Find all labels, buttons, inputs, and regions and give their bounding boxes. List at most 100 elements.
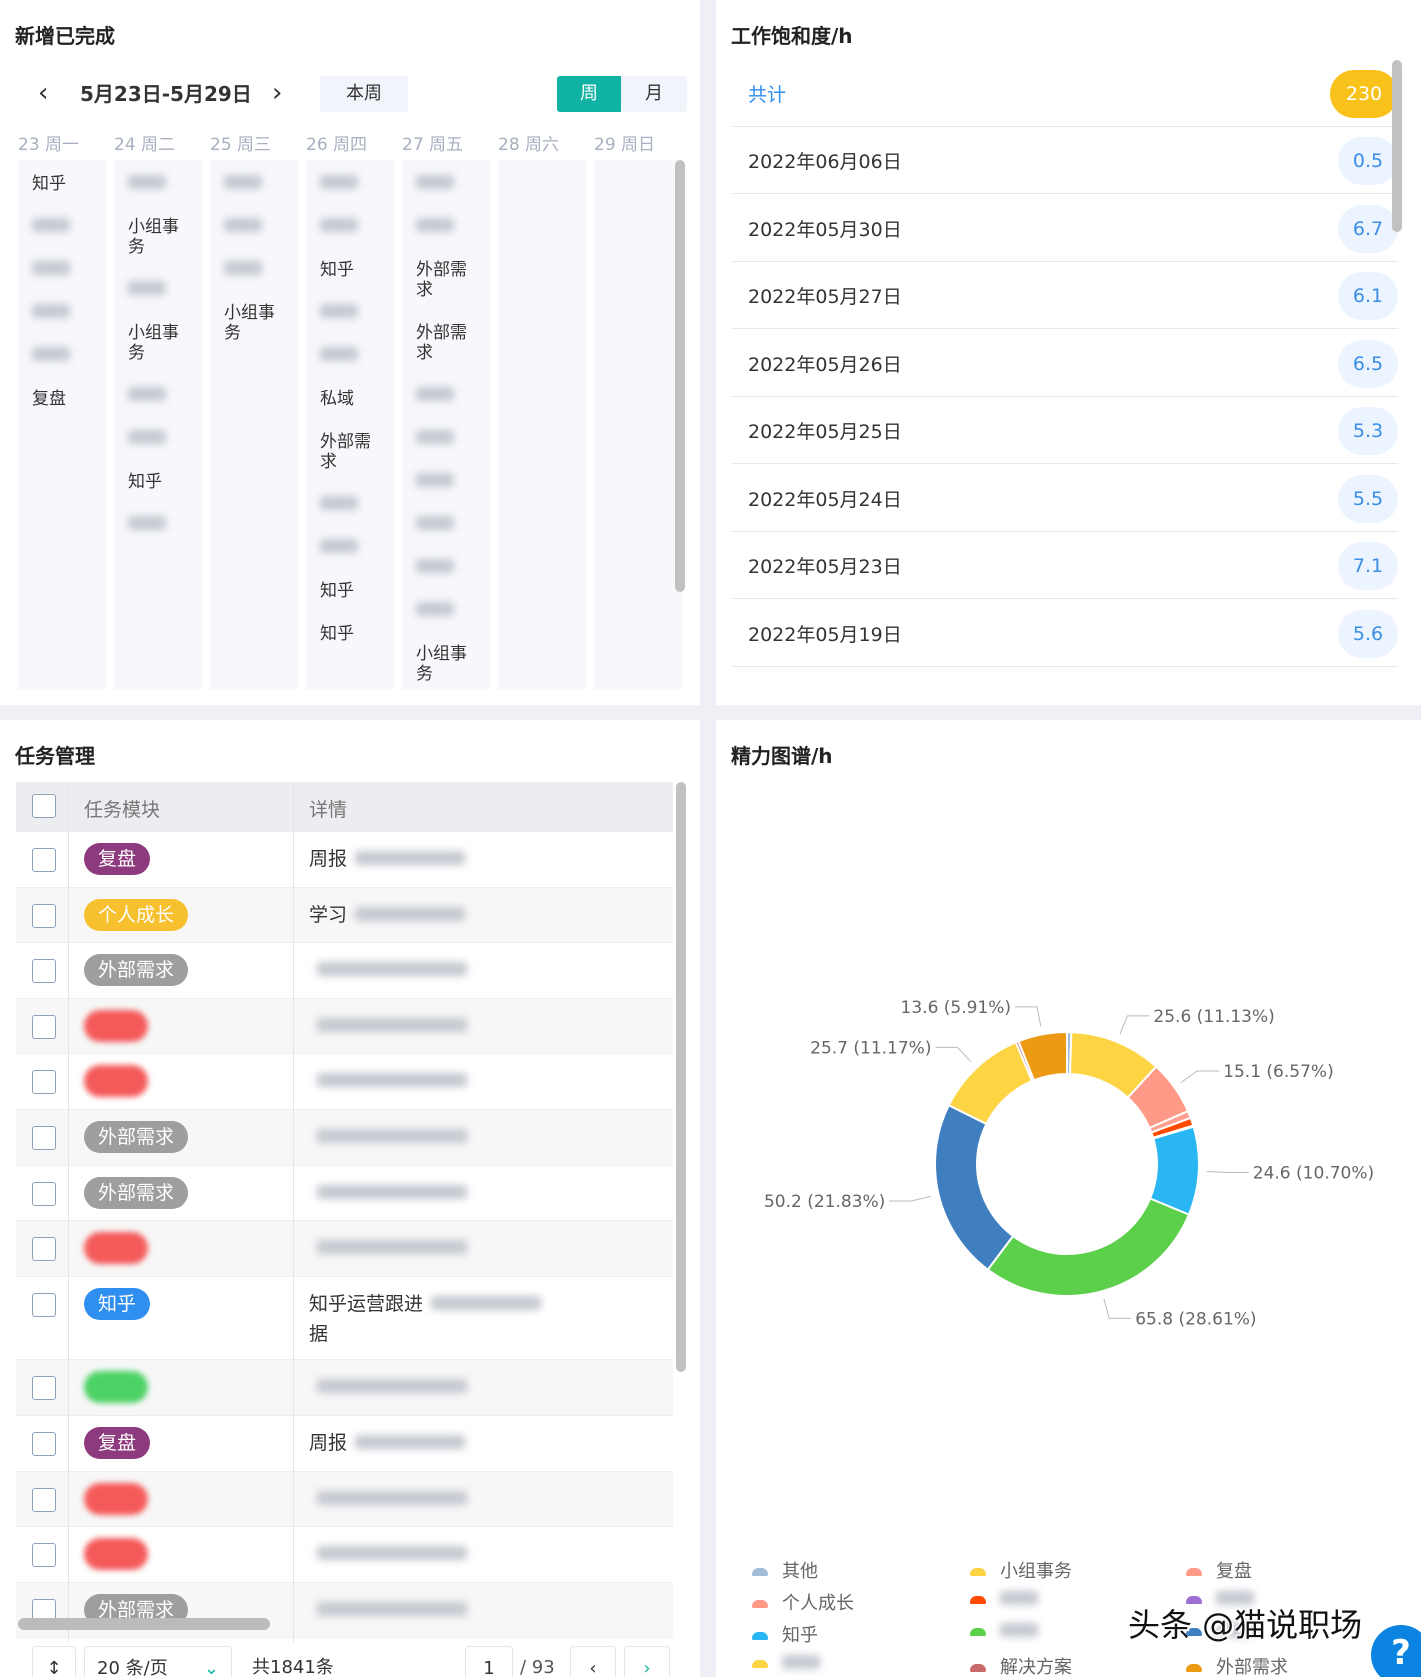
row-checkbox[interactable] <box>32 1432 56 1456</box>
row-checkbox[interactable] <box>32 848 56 872</box>
legend-item[interactable]: 复盘 <box>1186 1557 1252 1583</box>
calendar-item[interactable] <box>320 538 380 558</box>
saturation-scrollbar[interactable] <box>1392 60 1402 232</box>
label-leader-line <box>889 1195 931 1202</box>
legend-marker-icon <box>970 1664 986 1672</box>
calendar-item[interactable]: 小组事务 <box>416 644 476 684</box>
calendar-item[interactable] <box>32 346 92 366</box>
calendar-item[interactable] <box>32 303 92 323</box>
row-checkbox[interactable] <box>32 1543 56 1568</box>
blurred-text <box>224 175 262 189</box>
calendar-scrollbar[interactable] <box>675 160 685 592</box>
module-tag <box>84 1065 148 1098</box>
row-checkbox[interactable] <box>32 1237 56 1262</box>
calendar-item[interactable] <box>416 429 476 449</box>
calendar-item[interactable]: 外部需求 <box>416 260 476 300</box>
prev-week-icon[interactable]: ‹ <box>38 78 48 108</box>
calendar-item[interactable] <box>224 260 284 280</box>
calendar-item[interactable] <box>416 558 476 578</box>
calendar-item[interactable] <box>416 174 476 194</box>
calendar-item[interactable] <box>320 346 380 366</box>
blurred-text <box>32 347 70 361</box>
calendar-item[interactable] <box>320 174 380 194</box>
table-vscroll[interactable] <box>676 782 686 1372</box>
page-input[interactable]: 1 <box>465 1646 513 1677</box>
calendar-item[interactable]: 知乎 <box>32 174 92 194</box>
calendar-item[interactable] <box>416 472 476 492</box>
page-total: / 93 <box>520 1657 555 1677</box>
row-checkbox[interactable] <box>32 903 56 928</box>
row-checkbox[interactable] <box>32 1376 56 1401</box>
calendar-item[interactable]: 外部需求 <box>416 323 476 363</box>
row-height-icon[interactable]: ↕ <box>32 1646 76 1677</box>
row-checkbox[interactable] <box>32 1292 56 1317</box>
row-checkbox[interactable] <box>32 1014 56 1039</box>
this-week-button[interactable]: 本周 <box>320 76 408 112</box>
legend-label: 复盘 <box>1216 1561 1252 1582</box>
calendar-item[interactable]: 知乎 <box>320 260 380 280</box>
calendar-item[interactable] <box>416 386 476 406</box>
month-toggle[interactable]: 月 <box>621 76 687 112</box>
blurred-text <box>128 175 166 189</box>
calendar-item[interactable] <box>320 495 380 515</box>
calendar-item[interactable] <box>32 217 92 237</box>
row-checkbox[interactable] <box>32 1070 56 1095</box>
calendar-item[interactable] <box>224 174 284 194</box>
page-size-value: 20 条/页 <box>97 1658 168 1677</box>
page-size-select[interactable]: 20 条/页 ⌄ <box>84 1646 232 1677</box>
row-checkbox[interactable] <box>32 1181 56 1206</box>
help-icon[interactable]: ? <box>1371 1625 1421 1677</box>
donut-slice[interactable] <box>986 1197 1191 1297</box>
calendar-item[interactable] <box>128 429 188 449</box>
week-toggle[interactable]: 周 <box>557 76 621 112</box>
legend-item[interactable]: 知乎 <box>752 1621 818 1647</box>
calendar-item[interactable]: 知乎 <box>128 472 188 492</box>
calendar-item[interactable] <box>128 515 188 535</box>
legend-item[interactable]: 其他 <box>752 1557 818 1583</box>
calendar-item[interactable]: 小组事务 <box>224 303 284 343</box>
legend-item[interactable] <box>970 1589 1038 1610</box>
legend-item[interactable] <box>970 1621 1038 1642</box>
blurred-text <box>224 218 262 232</box>
calendar-item[interactable] <box>128 174 188 194</box>
calendar-item[interactable]: 小组事务 <box>128 323 188 363</box>
table-hscroll[interactable] <box>18 1618 270 1630</box>
calendar-item[interactable] <box>32 260 92 280</box>
donut-slice[interactable] <box>934 1103 1015 1272</box>
row-checkbox[interactable] <box>32 1487 56 1512</box>
donut-slice[interactable] <box>947 1041 1034 1126</box>
calendar-item[interactable] <box>320 303 380 323</box>
calendar-item[interactable]: 私域 <box>320 389 380 409</box>
legend-marker-icon <box>1186 1568 1202 1576</box>
calendar-item[interactable] <box>416 601 476 621</box>
calendar-item[interactable] <box>320 217 380 237</box>
calendar-item[interactable] <box>128 386 188 406</box>
next-week-icon[interactable]: › <box>272 78 282 108</box>
row-checkbox[interactable] <box>32 959 56 984</box>
legend-item[interactable]: 外部需求 <box>1186 1653 1288 1677</box>
legend-item[interactable]: 个人成长 <box>752 1589 854 1615</box>
calendar-item[interactable] <box>416 217 476 237</box>
energy-panel: 精力图谱/h 25.6 (11.13%) 15.1 (6.57%) 24.6 (10… <box>716 720 1421 1677</box>
blurred-text <box>224 261 262 275</box>
prev-page-icon[interactable]: ‹ <box>570 1646 616 1677</box>
calendar-item[interactable]: 复盘 <box>32 389 92 409</box>
calendar-item[interactable]: 知乎 <box>320 581 380 601</box>
saturation-value: 0.5 <box>1338 137 1398 185</box>
slice-label: 50.2 (21.83%) <box>764 1192 885 1212</box>
calendar-item[interactable]: 小组事务 <box>128 217 188 257</box>
label-leader-line <box>1103 1298 1132 1319</box>
calendar-item[interactable] <box>416 515 476 535</box>
legend-item[interactable] <box>752 1653 820 1674</box>
next-page-icon[interactable]: › <box>624 1646 670 1677</box>
legend-item[interactable]: 解决方案 <box>970 1653 1072 1677</box>
legend-item[interactable]: 小组事务 <box>970 1557 1072 1583</box>
module-tag: 知乎 <box>84 1287 151 1320</box>
calendar-item[interactable] <box>128 280 188 300</box>
select-all-checkbox[interactable] <box>32 794 56 818</box>
calendar-item[interactable] <box>224 217 284 237</box>
calendar-item[interactable]: 知乎 <box>320 624 380 644</box>
legend-label: 外部需求 <box>1216 1657 1288 1677</box>
calendar-item[interactable]: 外部需求 <box>320 432 380 472</box>
row-checkbox[interactable] <box>32 1126 56 1150</box>
